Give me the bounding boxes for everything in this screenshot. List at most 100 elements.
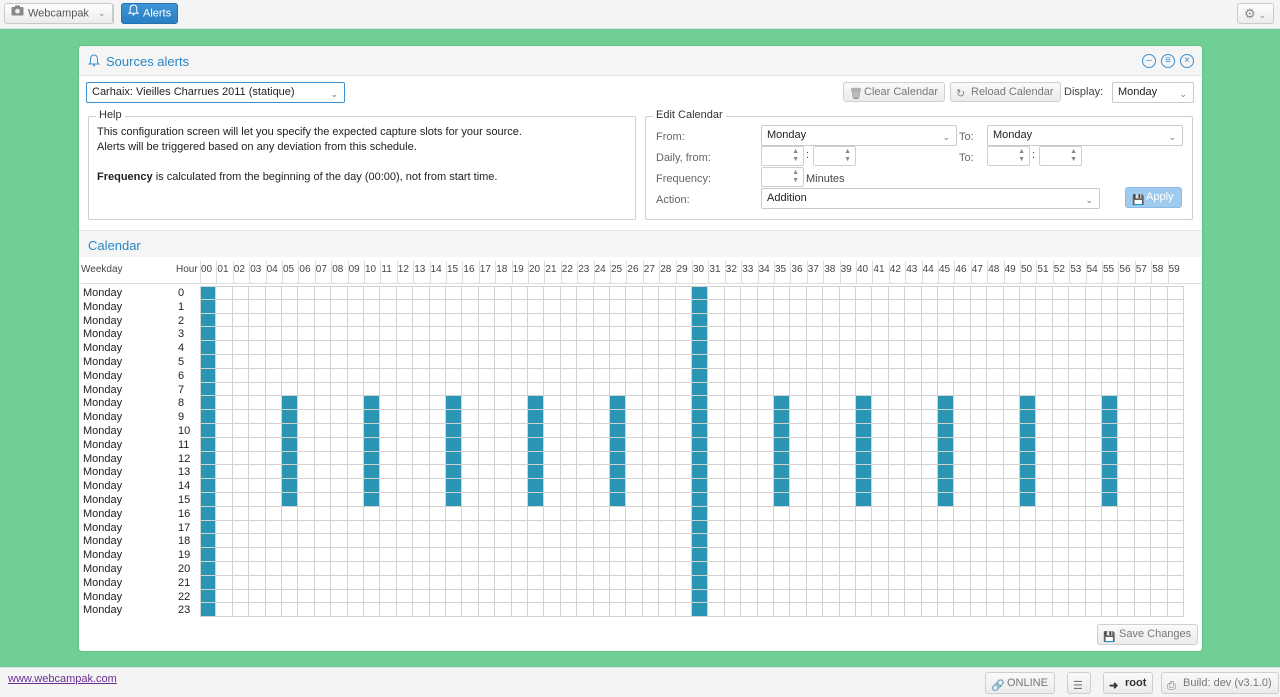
calendar-slot-cell[interactable] [429, 382, 446, 397]
calendar-slot-cell[interactable] [675, 382, 692, 397]
calendar-slot-cell[interactable] [905, 355, 922, 369]
calendar-slot-cell[interactable] [429, 603, 446, 618]
calendar-slot-cell[interactable] [675, 424, 692, 438]
calendar-slot-cell[interactable] [314, 424, 332, 438]
calendar-slot-cell[interactable] [560, 341, 578, 355]
calendar-slot-cell[interactable] [347, 410, 364, 424]
calendar-slot-cell[interactable] [724, 603, 742, 618]
calendar-slot-cell[interactable] [921, 589, 938, 604]
calendar-slot-cell[interactable] [724, 534, 742, 549]
calendar-slot-cell[interactable] [577, 603, 594, 618]
calendar-slot-cell[interactable] [446, 382, 463, 397]
calendar-slot-cell[interactable] [708, 562, 725, 576]
calendar-slot-cell[interactable] [511, 396, 528, 411]
calendar-slot-cell[interactable] [675, 368, 692, 383]
calendar-slot-cell[interactable] [659, 548, 676, 562]
calendar-slot-cell[interactable] [1151, 451, 1168, 466]
calendar-slot-cell[interactable] [921, 451, 938, 466]
calendar-slot-cell[interactable] [331, 520, 348, 535]
calendar-slot-cell[interactable] [560, 286, 578, 300]
calendar-slot-cell[interactable] [593, 396, 610, 411]
calendar-slot-cell[interactable] [429, 520, 446, 535]
calendar-slot-cell[interactable] [331, 548, 348, 562]
calendar-slot-cell[interactable] [216, 479, 233, 493]
calendar-slot-cell[interactable] [495, 520, 512, 535]
calendar-slot-cell[interactable] [298, 424, 315, 438]
calendar-slot-cell[interactable] [1151, 534, 1168, 549]
calendar-slot-cell[interactable] [774, 313, 791, 328]
calendar-slot-cell[interactable] [216, 493, 233, 507]
calendar-slot-cell[interactable] [1085, 382, 1102, 397]
calendar-slot-cell[interactable] [593, 562, 610, 576]
calendar-slot-cell[interactable] [1085, 368, 1102, 383]
calendar-slot-cell[interactable] [593, 424, 610, 438]
calendar-slot-cell[interactable] [626, 355, 643, 369]
calendar-slot-cell[interactable] [1085, 313, 1102, 328]
calendar-slot-cell[interactable] [1134, 548, 1152, 562]
calendar-slot-cell[interactable] [1069, 506, 1086, 521]
calendar-slot-cell[interactable] [511, 575, 528, 590]
calendar-slot-cell[interactable] [462, 286, 479, 300]
daily-to-minute-spinner[interactable]: ▲ ▼ [1039, 146, 1082, 166]
calendar-slot-cell[interactable] [839, 341, 856, 355]
calendar-slot-cell[interactable] [757, 562, 774, 576]
calendar-slot-cell[interactable] [1167, 465, 1184, 480]
calendar-slot-cell[interactable] [593, 520, 610, 535]
calendar-slot-cell[interactable] [577, 286, 594, 300]
calendar-slot-cell[interactable] [626, 327, 643, 342]
calendar-slot-cell[interactable] [987, 286, 1004, 300]
calendar-slot-cell[interactable] [724, 410, 742, 424]
calendar-slot-cell[interactable] [560, 355, 578, 369]
calendar-slot-cell[interactable] [774, 589, 791, 604]
calendar-slot-cell[interactable] [511, 506, 528, 521]
calendar-slot-cell[interactable] [1151, 589, 1168, 604]
calendar-slot-cell[interactable] [593, 299, 610, 314]
calendar-slot-cell[interactable] [396, 341, 414, 355]
calendar-slot-cell[interactable] [708, 424, 725, 438]
calendar-slot-cell[interactable] [1003, 286, 1020, 300]
calendar-slot-cell[interactable] [544, 437, 561, 452]
calendar-slot-cell[interactable] [528, 382, 545, 397]
calendar-slot-cell[interactable] [905, 562, 922, 576]
calendar-slot-cell[interactable] [200, 575, 217, 590]
calendar-slot-cell[interactable] [806, 396, 824, 411]
calendar-slot-cell[interactable] [495, 506, 512, 521]
calendar-slot-cell[interactable] [396, 424, 414, 438]
calendar-slot-cell[interactable] [888, 479, 906, 493]
calendar-slot-cell[interactable] [478, 603, 496, 618]
calendar-slot-cell[interactable] [462, 520, 479, 535]
calendar-slot-cell[interactable] [610, 299, 627, 314]
calendar-slot-cell[interactable] [314, 327, 332, 342]
calendar-slot-cell[interactable] [659, 410, 676, 424]
calendar-slot-cell[interactable] [659, 575, 676, 590]
calendar-slot-cell[interactable] [970, 589, 988, 604]
calendar-slot-cell[interactable] [314, 368, 332, 383]
calendar-slot-cell[interactable] [462, 341, 479, 355]
calendar-slot-cell[interactable] [1134, 299, 1152, 314]
calendar-slot-cell[interactable] [528, 520, 545, 535]
calendar-slot-cell[interactable] [396, 299, 414, 314]
calendar-slot-cell[interactable] [888, 493, 906, 507]
calendar-slot-cell[interactable] [888, 548, 906, 562]
calendar-slot-cell[interactable] [1118, 355, 1135, 369]
calendar-slot-cell[interactable] [806, 575, 824, 590]
calendar-slot-cell[interactable] [528, 437, 545, 452]
calendar-slot-cell[interactable] [1118, 424, 1135, 438]
calendar-slot-cell[interactable] [511, 424, 528, 438]
calendar-slot-cell[interactable] [938, 313, 955, 328]
calendar-slot-cell[interactable] [1118, 286, 1135, 300]
calendar-slot-cell[interactable] [1020, 437, 1037, 452]
calendar-slot-cell[interactable] [774, 299, 791, 314]
calendar-slot-cell[interactable] [774, 368, 791, 383]
calendar-slot-cell[interactable] [642, 327, 660, 342]
calendar-slot-cell[interactable] [1085, 341, 1102, 355]
calendar-slot-cell[interactable] [659, 451, 676, 466]
calendar-slot-cell[interactable] [1151, 562, 1168, 576]
calendar-slot-cell[interactable] [528, 396, 545, 411]
calendar-slot-cell[interactable] [1134, 575, 1152, 590]
calendar-slot-cell[interactable] [856, 299, 873, 314]
calendar-slot-cell[interactable] [1003, 341, 1020, 355]
calendar-slot-cell[interactable] [265, 437, 282, 452]
calendar-slot-cell[interactable] [790, 410, 807, 424]
calendar-slot-cell[interactable] [314, 562, 332, 576]
